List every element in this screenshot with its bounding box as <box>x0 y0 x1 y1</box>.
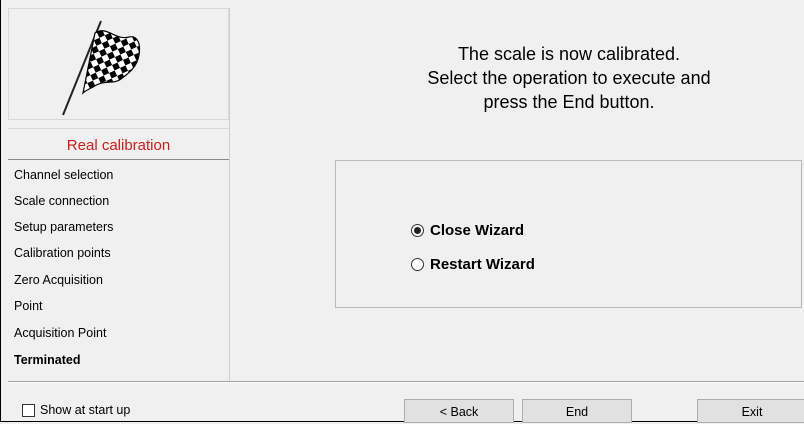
message-line-2: Select the operation to execute and <box>427 68 711 88</box>
logo-panel <box>8 8 229 120</box>
close-wizard-radio[interactable]: Close Wizard <box>411 222 524 239</box>
checkered-flag-icon <box>62 20 141 116</box>
restart-wizard-label: Restart Wizard <box>430 256 535 273</box>
exit-button[interactable]: Exit <box>697 399 804 423</box>
checkbox-icon[interactable] <box>22 403 35 417</box>
step-point: Point <box>14 299 43 313</box>
step-terminated: Terminated <box>14 353 81 367</box>
footer-separator <box>8 381 804 383</box>
radio-selected-icon[interactable] <box>411 224 424 237</box>
step-acquisition-point: Acquisition Point <box>14 326 107 340</box>
step-calibration-points: Calibration points <box>14 246 111 260</box>
panel-divider <box>229 8 230 381</box>
close-wizard-label: Close Wizard <box>430 222 525 239</box>
show-at-startup-label: Show at start up <box>40 403 131 417</box>
back-button[interactable]: < Back <box>404 399 514 423</box>
step-channel-selection: Channel selection <box>14 168 114 182</box>
step-scale-connection: Scale connection <box>14 194 110 208</box>
end-button[interactable]: End <box>522 399 632 423</box>
show-at-startup-checkbox[interactable]: Show at start up <box>22 403 130 417</box>
step-setup-parameters: Setup parameters <box>14 220 114 234</box>
message-line-1: The scale is now calibrated. <box>457 44 681 64</box>
options-group <box>335 160 802 308</box>
sidebar-title: Real calibration <box>66 137 171 154</box>
step-zero-acquisition: Zero Acquisition <box>14 273 103 287</box>
completion-message: The scale is now calibrated. Select the … <box>340 42 798 114</box>
restart-wizard-radio[interactable]: Restart Wizard <box>411 256 535 273</box>
sidebar-title-box: Real calibration <box>8 128 229 160</box>
radio-unselected-icon[interactable] <box>411 258 424 271</box>
message-line-3: press the End button. <box>483 92 655 112</box>
